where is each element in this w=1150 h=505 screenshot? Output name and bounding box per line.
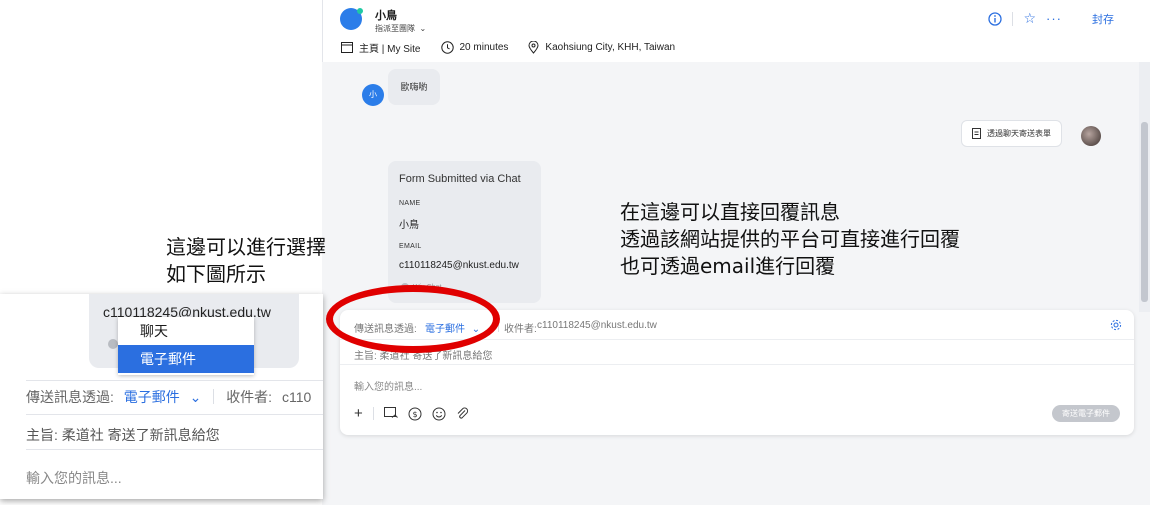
header-actions: ☆ ··· 封存 <box>988 10 1114 27</box>
chevron-down-icon: ⌄ <box>417 24 427 33</box>
recipient-label: 收件者: <box>504 324 537 335</box>
zoomed-inset: c110118245@nkust.edu.tw 聊天 電子郵件 傳送訊息透過: … <box>0 294 323 499</box>
menu-option-chat[interactable]: 聊天 <box>118 317 254 345</box>
star-icon[interactable]: ☆ <box>1023 10 1036 27</box>
site-name[interactable]: 主頁 | My Site <box>359 40 421 55</box>
send-via-menu: 聊天 電子郵件 <box>118 317 254 375</box>
assign-team-dropdown[interactable]: 指派至團隊 ⌄ <box>375 23 426 34</box>
recipient-value: c110118245@nkust.edu.tw <box>537 320 657 331</box>
archive-button[interactable]: 封存 <box>1092 11 1114 27</box>
conversation-meta: 主頁 | My Site 20 minutes Kaohsiung City, … <box>341 40 675 55</box>
wix-chat-icon <box>108 339 118 349</box>
visitor-avatar: 小 <box>362 84 384 106</box>
attach-icon[interactable] <box>456 407 469 421</box>
inset-channel-row: 傳送訊息透過: 電子郵件 ⌄ 收件者: c110 <box>26 387 323 407</box>
inset-recipient-value: c110 <box>281 389 312 405</box>
inset-subject: 主旨: 柔道社 寄送了新訊息給您 <box>26 427 220 443</box>
visitor-location: Kaohsiung City, KHH, Taiwan <box>545 42 676 53</box>
send-email-button[interactable]: 寄送電子郵件 <box>1052 405 1120 422</box>
divider <box>26 380 323 381</box>
divider <box>26 449 323 450</box>
annotation-right-line: 也可透過email進行回覆 <box>620 254 836 278</box>
scrollbar-thumb[interactable] <box>1141 122 1148 302</box>
inset-message-input[interactable]: 輸入您的訊息... <box>26 468 323 488</box>
message-scrollbar[interactable] <box>1139 62 1150 312</box>
chevron-down-icon: ⌄ <box>189 389 202 405</box>
settings-icon[interactable] <box>1110 319 1122 331</box>
clock-icon <box>440 41 454 54</box>
info-icon[interactable] <box>988 11 1003 26</box>
composer-toolbar: + $ <box>354 406 469 421</box>
inset-send-via-label: 傳送訊息透過: <box>26 389 114 405</box>
annotation-left-line: 這邊可以進行選擇 <box>166 235 326 259</box>
form-card-title: Form Submitted via Chat <box>399 173 521 185</box>
message-bubble-greeting: 歐嗨喲 <box>388 69 440 105</box>
annotation-right-line: 在這邊可以直接回覆訊息 <box>620 200 840 224</box>
document-icon <box>972 128 981 139</box>
form-submission-card: Form Submitted via Chat NAME 小鳥 EMAIL c1… <box>388 161 541 303</box>
form-icon[interactable] <box>383 407 398 420</box>
highlight-ellipse <box>326 285 500 353</box>
email-field-label: EMAIL <box>399 243 422 250</box>
agent-avatar <box>1081 126 1101 146</box>
inset-send-via-value: 電子郵件 <box>123 389 180 405</box>
inset-send-via-dropdown[interactable]: 電子郵件 ⌄ <box>124 389 206 405</box>
form-chip[interactable]: 透過聊天寄送表單 <box>961 120 1062 147</box>
divider <box>372 407 374 420</box>
assign-team-label: 指派至團隊 <box>375 24 415 33</box>
svg-text:$: $ <box>412 410 417 419</box>
more-icon[interactable]: ··· <box>1046 11 1062 26</box>
email-field-value: c110118245@nkust.edu.tw <box>399 260 519 271</box>
annotation-left-line: 如下圖所示 <box>166 262 266 286</box>
payment-icon[interactable]: $ <box>408 407 422 421</box>
contact-avatar[interactable] <box>340 8 363 30</box>
divider <box>26 414 323 415</box>
name-field-label: NAME <box>399 200 421 207</box>
annotation-left: 這邊可以進行選擇 如下圖所示 <box>166 234 326 288</box>
inset-recipient-label: 收件者: <box>226 389 273 405</box>
message-input[interactable]: 輸入您的訊息... <box>354 378 422 393</box>
session-duration: 20 minutes <box>459 42 509 53</box>
emoji-icon[interactable] <box>432 407 446 421</box>
website-icon <box>341 42 353 53</box>
contact-name: 小鳥 <box>375 10 397 22</box>
divider <box>213 389 215 404</box>
plus-icon[interactable]: + <box>354 406 363 421</box>
annotation-right-line: 透過該網站提供的平台可直接進行回覆 <box>620 227 960 251</box>
conversation-header: 小鳥 指派至團隊 ⌄ 主頁 | My Site 20 minutes Kaohs… <box>322 0 1150 62</box>
divider <box>1012 11 1014 26</box>
form-chip-label: 透過聊天寄送表單 <box>987 129 1051 138</box>
annotation-right: 在這邊可以直接回覆訊息 透過該網站提供的平台可直接進行回覆 也可透過email進… <box>620 199 960 280</box>
name-field-value: 小鳥 <box>399 220 419 231</box>
location-icon <box>528 41 539 54</box>
menu-option-email[interactable]: 電子郵件 <box>118 345 254 373</box>
